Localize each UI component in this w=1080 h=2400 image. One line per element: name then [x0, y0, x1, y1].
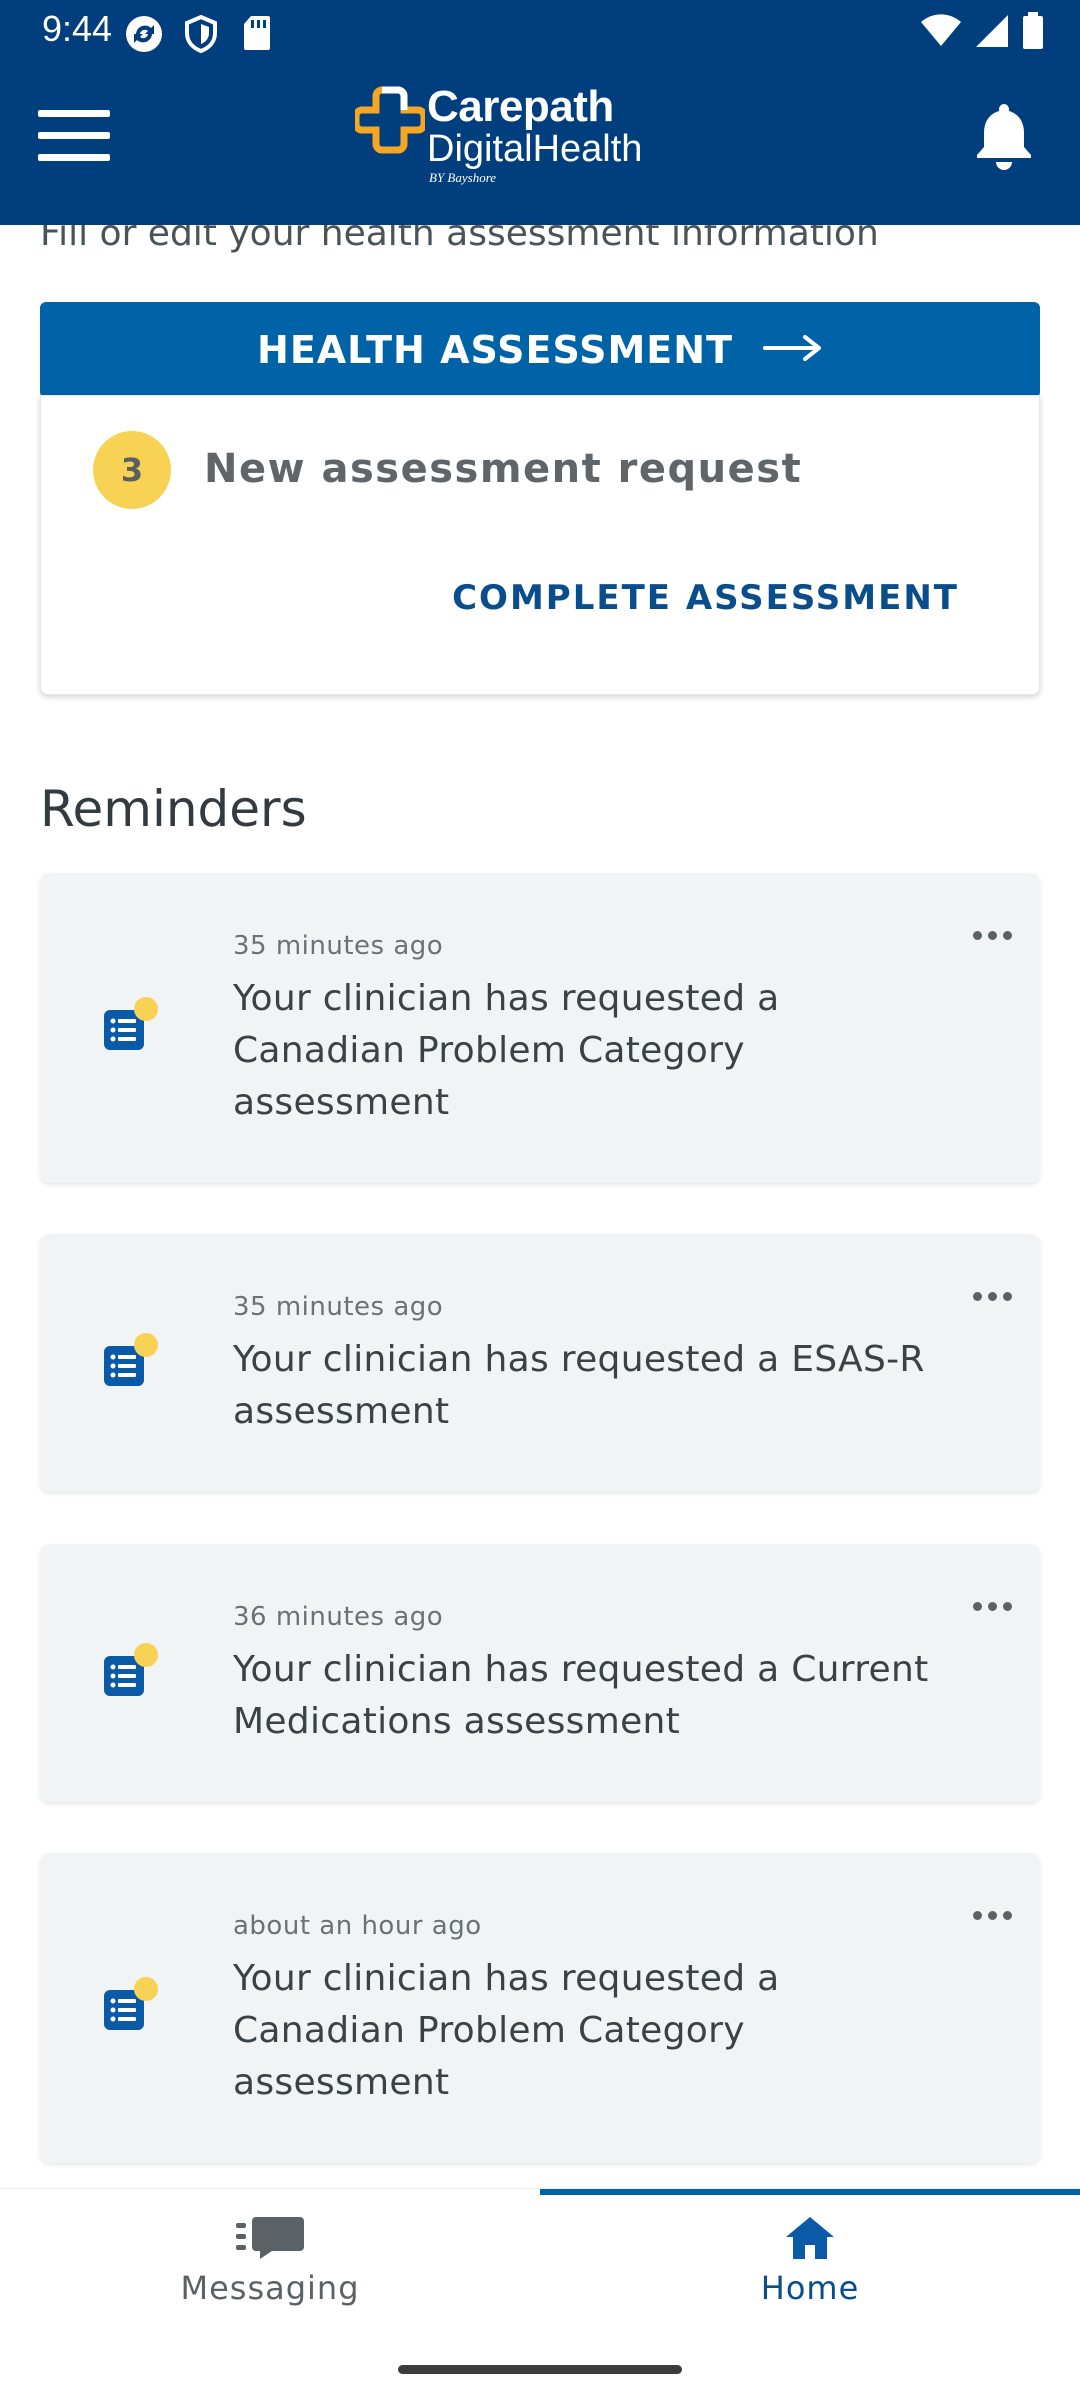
reminder-card[interactable]: 36 minutes ago Your clinician has reques… [40, 1544, 1040, 1802]
reminder-time: about an hour ago [233, 1911, 482, 1941]
reminders-title: Reminders [40, 780, 307, 838]
reminder-message: Your clinician has requested a Current M… [233, 1649, 929, 1742]
complete-assessment-button[interactable]: COMPLETE ASSESSMENT [452, 578, 959, 618]
signal-icon [974, 13, 1010, 53]
request-text: New assessment request [204, 446, 803, 492]
nav-messaging[interactable]: Messaging [0, 2189, 540, 2319]
reminder-list-icon [102, 1642, 162, 1706]
reminder-message: Your clinician has requested a ESAS-R as… [233, 1339, 925, 1432]
reminder-card[interactable]: about an hour ago Your clinician has req… [40, 1853, 1040, 2163]
request-count-badge: 3 [93, 431, 171, 509]
nav-messaging-label: Messaging [180, 2269, 360, 2307]
reminder-time: 36 minutes ago [233, 1602, 444, 1632]
arrow-right-icon [762, 328, 823, 372]
reminder-list-icon [102, 1976, 162, 2040]
logo-cross-icon [355, 86, 425, 154]
more-options-icon[interactable] [962, 1895, 1022, 1935]
more-options-icon[interactable] [962, 1586, 1022, 1626]
wifi-icon [920, 14, 962, 52]
health-assessment-button[interactable]: HEALTH ASSESSMENT [40, 302, 1040, 398]
reminder-list-icon [102, 1332, 162, 1396]
status-bar: 9:44 [0, 0, 1080, 64]
home-icon [784, 2215, 836, 2265]
sync-icon [124, 14, 164, 58]
app-header: 9:44 Carepath DigitalHealth BY Bayshore [0, 0, 1080, 225]
reminder-time: 35 minutes ago [233, 931, 444, 961]
hamburger-menu-icon[interactable] [38, 110, 110, 162]
status-time: 9:44 [42, 8, 113, 49]
reminder-time: 35 minutes ago [233, 1292, 444, 1322]
gesture-bar[interactable] [398, 2365, 682, 2374]
reminder-card[interactable]: 35 minutes ago Your clinician has reques… [40, 1234, 1040, 1492]
reminder-list-icon [102, 996, 162, 1060]
reminder-card[interactable]: 35 minutes ago Your clinician has reques… [40, 873, 1040, 1183]
bottom-navigation: Messaging Home [0, 2188, 1080, 2400]
health-assessment-label: HEALTH ASSESSMENT [257, 328, 733, 372]
sd-card-icon [242, 14, 272, 56]
nav-home-label: Home [760, 2269, 860, 2307]
assessment-request-card: 3 New assessment request COMPLETE ASSESS… [40, 395, 1040, 695]
shield-icon [184, 14, 218, 58]
battery-icon [1022, 12, 1044, 54]
assessment-subtitle: Fill or edit your health assessment info… [40, 225, 879, 254]
bell-icon[interactable] [972, 100, 1036, 174]
more-options-icon[interactable] [962, 915, 1022, 955]
reminder-message: Your clinician has requested a Canadian … [233, 978, 780, 1123]
chat-icon [236, 2215, 306, 2265]
nav-home[interactable]: Home [540, 2189, 1080, 2319]
reminder-message: Your clinician has requested a Canadian … [233, 1958, 780, 2103]
carepath-logo: Carepath DigitalHealth BY Bayshore [355, 80, 645, 190]
more-options-icon[interactable] [962, 1276, 1022, 1316]
home-content: Fill or edit your health assessment info… [0, 225, 1080, 2190]
